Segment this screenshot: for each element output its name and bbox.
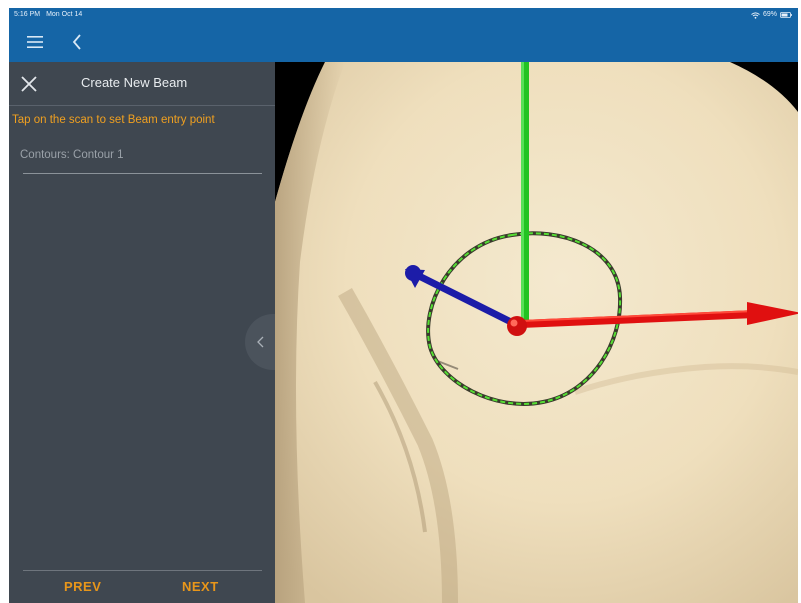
instruction-text: Tap on the scan to set Beam entry point: [12, 114, 215, 126]
back-chevron-icon[interactable]: [60, 22, 94, 62]
panel-title: Create New Beam: [81, 75, 188, 90]
collapse-panel-handle[interactable]: [245, 314, 275, 370]
status-date: Mon Oct 14: [46, 11, 83, 18]
divider: [23, 173, 262, 174]
beam-entry-point: [507, 316, 527, 336]
contours-selector[interactable]: Contours: Contour 1: [20, 149, 124, 161]
hamburger-menu-icon[interactable]: [18, 22, 52, 62]
body-scan-surface: [275, 62, 798, 603]
status-time: 5:16 PM: [14, 11, 41, 18]
battery-icon: [780, 12, 792, 18]
scan-viewport[interactable]: [275, 62, 798, 603]
create-beam-panel: Create New Beam Tap on the scan to set B…: [9, 62, 275, 603]
prev-button[interactable]: PREV: [64, 579, 101, 594]
wifi-icon: [751, 11, 760, 19]
chevron-left-icon: [256, 336, 263, 348]
footer-divider: [23, 570, 262, 571]
next-button[interactable]: NEXT: [182, 579, 219, 594]
y-axis-arrow: [521, 62, 529, 322]
top-navigation-bar: [9, 22, 798, 62]
close-x-icon[interactable]: [15, 70, 43, 98]
app-window: 5:16 PM Mon Oct 14 69% Create New Beam T…: [9, 8, 798, 603]
battery-percent: 69%: [762, 11, 777, 18]
panel-header: Create New Beam: [9, 62, 275, 106]
status-bar: 5:16 PM Mon Oct 14 69%: [9, 8, 798, 22]
